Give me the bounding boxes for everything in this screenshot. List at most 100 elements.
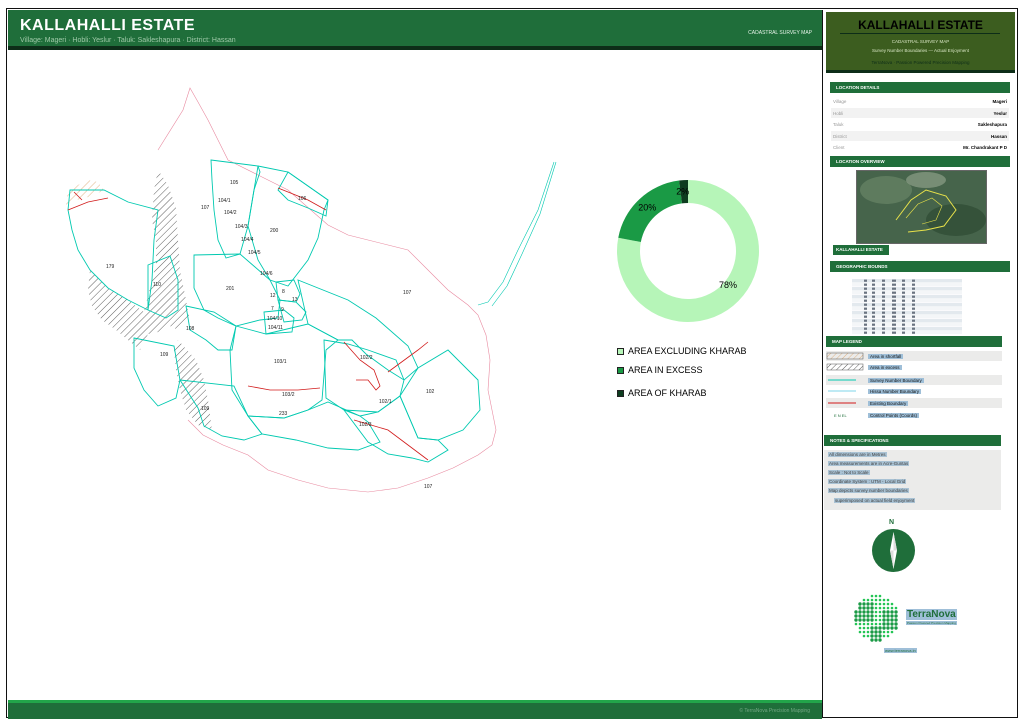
bounds-cell [882, 295, 885, 298]
logo-dot [858, 618, 862, 622]
logo-dot [874, 606, 878, 610]
cadastral-map[interactable]: 105 106 107 104/1 104/2 104/3 104/4 104/… [8, 50, 578, 510]
bounds-cell [882, 319, 885, 322]
road-line-2 [491, 161, 557, 307]
logo-dot [878, 618, 882, 622]
footer-note: © TerraNova Precision Mapping [739, 708, 810, 714]
bounds-row [852, 279, 962, 283]
excess-area[interactable] [144, 170, 190, 334]
logo-dot [894, 614, 898, 618]
bounds-cell [912, 327, 915, 330]
overview-satellite-thumbnail[interactable] [856, 170, 987, 244]
note-item: All dimensions are in Metres [828, 452, 887, 457]
logo-dot [862, 598, 866, 602]
parcel-label: 104/11 [268, 325, 283, 331]
bounds-cell [892, 327, 896, 330]
logo-dot [878, 630, 882, 634]
logo-dot [870, 630, 874, 634]
bounds-cell [902, 323, 905, 326]
logo-dot [870, 638, 874, 642]
logo-dot [870, 634, 874, 638]
logo-dot [866, 626, 870, 630]
bounds-cell [882, 327, 885, 330]
logo-dot [866, 606, 870, 610]
bounds-cell [902, 303, 905, 306]
bounds-cell [902, 287, 905, 290]
bounds-cell [882, 291, 885, 294]
bounds-cell [892, 283, 896, 286]
logo-dot [890, 626, 894, 630]
notes-panel: All dimensions are in Metres Area measur… [824, 450, 1001, 510]
logo-dot [894, 622, 898, 626]
logo-dot [874, 622, 878, 626]
parcel-label: 8 [282, 289, 285, 295]
bounds-cell [912, 323, 915, 326]
parcel-label: 105 [230, 180, 239, 186]
logo-dot [854, 614, 858, 618]
logo-dot [874, 630, 878, 634]
website-link[interactable]: www.terranova.in [884, 648, 917, 653]
logo-dot [890, 622, 894, 626]
excess-area[interactable] [88, 270, 148, 350]
bounds-cell [872, 319, 875, 322]
parcel-label: 107 [403, 290, 412, 296]
legend-label: AREA IN EXCESS [628, 365, 703, 375]
bounds-cell [864, 283, 867, 286]
legend-swatch [617, 347, 624, 355]
bounds-row [852, 319, 962, 323]
logo-dot [878, 626, 882, 630]
bounds-cell [882, 311, 885, 314]
bounds-cell [912, 307, 915, 310]
legend-row-shortfall: Area in shortfall [826, 351, 1002, 361]
logo-dot [866, 634, 870, 638]
area-donut-chart: 78% 20% 2% [617, 180, 759, 322]
bounds-cell [872, 291, 875, 294]
logo-dot [854, 622, 858, 626]
logo-dot [866, 622, 870, 626]
logo-dot [866, 630, 870, 634]
bounds-cell [872, 295, 875, 298]
logo-dot [886, 630, 890, 634]
logo-dot [878, 634, 882, 638]
terranova-globe-logo [853, 594, 901, 642]
logo-dot [870, 598, 874, 602]
parcel-label: 104/2 [224, 210, 237, 216]
logo-dot [874, 626, 878, 630]
bounds-cell [892, 303, 896, 306]
shortfall-area[interactable] [66, 180, 104, 206]
bounds-cell [902, 319, 905, 322]
parcel-label: 109 [160, 352, 169, 358]
logo-dot [874, 598, 878, 602]
bounds-cell [892, 315, 896, 318]
outer-boundary-line [157, 87, 497, 493]
logo-dot [854, 610, 858, 614]
logo-dot [866, 618, 870, 622]
logo-dot [890, 602, 894, 606]
sidebar-description: Survey Number Boundaries — Actual Enjoym… [871, 48, 970, 53]
line-red-swatch [828, 402, 856, 404]
donut-value-label-1: 20% [638, 203, 656, 213]
bounds-cell [864, 311, 867, 314]
note-item: superimposed on actual field enjoyment [834, 498, 916, 503]
legend-label: AREA EXCLUDING KHARAB [628, 346, 747, 356]
excess-area[interactable] [174, 340, 212, 430]
parcel-label: 104/3 [235, 224, 248, 230]
logo-dot [882, 630, 886, 634]
legend-swatch [617, 389, 624, 397]
logo-dot [874, 634, 878, 638]
bounds-cell [864, 323, 867, 326]
logo-dot [886, 634, 890, 638]
map-footer: © TerraNova Precision Mapping [8, 700, 822, 719]
logo-dot [878, 594, 882, 598]
bounds-cell [912, 295, 915, 298]
logo-dot [894, 618, 898, 622]
logo-dot [858, 622, 862, 626]
logo-dot [890, 610, 894, 614]
sidebar-title: KALLAHALLI ESTATE [858, 18, 983, 32]
logo-dot [886, 618, 890, 622]
bounds-row [852, 315, 962, 319]
logo-dot [862, 610, 866, 614]
bounds-row [852, 295, 962, 299]
legend-label: AREA OF KHARAB [628, 388, 707, 398]
logo-dot [862, 606, 866, 610]
